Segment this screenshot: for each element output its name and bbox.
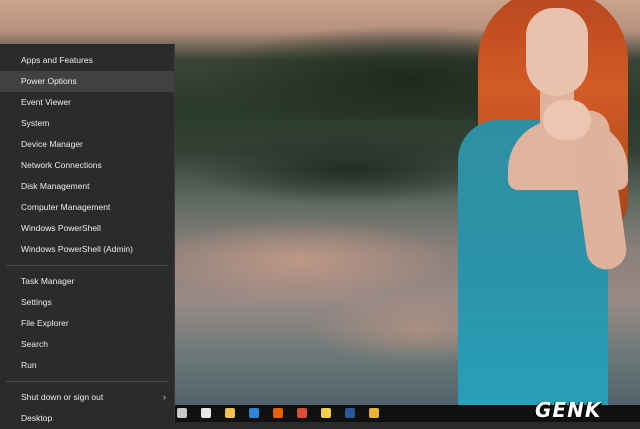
menu-shut-down-or-sign-out[interactable]: Shut down or sign out › [0,387,174,408]
face [526,8,588,96]
menu-item-label: Event Viewer [21,97,71,107]
menu-item-label: Computer Management [21,202,111,212]
menu-item-label: Task Manager [21,276,75,286]
woman-photo [448,0,640,410]
menu-settings[interactable]: Settings [0,292,174,313]
menu-item-label: Windows PowerShell [21,223,101,233]
menu-item-label: Shut down or sign out [21,392,104,402]
menu-windows-powershell-admin[interactable]: Windows PowerShell (Admin) [0,239,174,260]
menu-item-label: Apps and Features [21,55,93,65]
menu-item-label: Network Connections [21,160,102,170]
menu-windows-powershell[interactable]: Windows PowerShell [0,218,174,239]
menu-item-label: Device Manager [21,139,83,149]
hand [543,100,591,140]
menu-event-viewer[interactable]: Event Viewer [0,92,174,113]
menu-item-label: Windows PowerShell (Admin) [21,244,133,254]
menu-item-label: File Explorer [21,318,69,328]
menu-group-utilities: Task Manager Settings File Explorer Search R… [0,271,174,376]
firefox-icon[interactable] [273,408,283,418]
menu-item-label: Power Options [21,76,77,86]
file-explorer-icon[interactable] [225,408,235,418]
menu-apps-and-features[interactable]: Apps and Features [0,50,174,71]
menu-device-manager[interactable]: Device Manager [0,134,174,155]
genk-watermark: GENK [535,398,602,422]
menu-group-power: Shut down or sign out › Desktop [0,387,174,429]
menu-item-label: Disk Management [21,181,90,191]
menu-separator [6,265,168,266]
sticky-notes-icon[interactable] [321,408,331,418]
menu-network-connections[interactable]: Network Connections [0,155,174,176]
menu-item-label: Search [21,339,48,349]
photos-icon[interactable] [249,408,259,418]
menu-item-label: Run [21,360,37,370]
menu-group-admin-tools: Apps and Features Power Options Event View… [0,50,174,260]
menu-disk-management[interactable]: Disk Management [0,176,174,197]
menu-search[interactable]: Search [0,334,174,355]
menu-run[interactable]: Run [0,355,174,376]
chrome-icon[interactable] [297,408,307,418]
menu-power-options[interactable]: Power Options [0,71,174,92]
menu-item-label: Settings [21,297,52,307]
chrome-canary-icon[interactable] [369,408,379,418]
store-icon[interactable] [177,408,187,418]
word-icon[interactable] [345,408,355,418]
menu-desktop[interactable]: Desktop [0,408,174,429]
chevron-right-icon: › [163,392,166,402]
menu-file-explorer[interactable]: File Explorer [0,313,174,334]
menu-system[interactable]: System [0,113,174,134]
winx-quick-link-menu: Apps and Features Power Options Event View… [0,44,175,423]
menu-item-label: System [21,118,50,128]
menu-separator [6,381,168,382]
mail-icon[interactable] [201,408,211,418]
menu-computer-management[interactable]: Computer Management [0,197,174,218]
menu-task-manager[interactable]: Task Manager [0,271,174,292]
